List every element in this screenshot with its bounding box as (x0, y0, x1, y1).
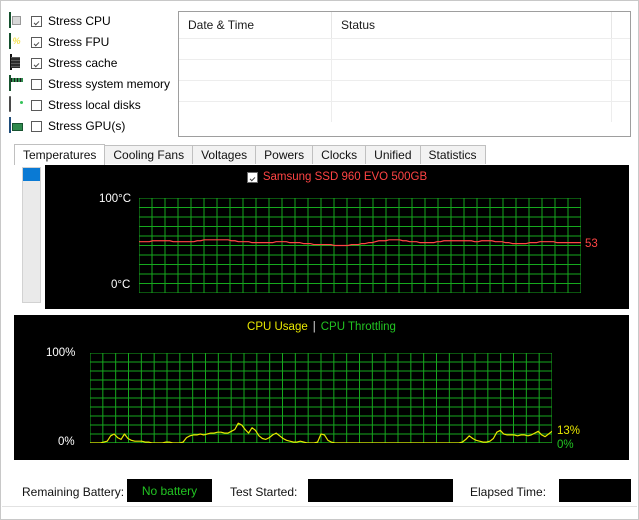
tab-temperatures[interactable]: Temperatures (14, 144, 106, 165)
tab-powers[interactable]: Powers (255, 145, 314, 165)
cpu-throttling-legend-label: CPU Throttling (320, 321, 396, 333)
remaining-battery-value: No battery (127, 479, 212, 502)
stress-gpu-checkbox[interactable] (31, 120, 42, 132)
stress-cache-checkbox[interactable] (31, 57, 42, 69)
remaining-battery-label: Remaining Battery: (22, 485, 125, 499)
cell-datetime (179, 81, 331, 101)
stress-memory-label: Stress system memory (48, 77, 171, 91)
cpu-throttling-current-value: 0% (557, 439, 574, 451)
stress-disks-checkbox[interactable] (31, 99, 42, 111)
cell-extra (611, 102, 630, 122)
column-header-extra[interactable] (611, 12, 630, 38)
stress-option-memory[interactable]: Stress system memory (9, 74, 174, 94)
cell-extra (611, 60, 630, 80)
stress-option-gpu[interactable]: Stress GPU(s) (9, 116, 174, 136)
stress-fpu-label: Stress FPU (48, 35, 110, 49)
tab-unified[interactable]: Unified (365, 145, 421, 165)
cpu-legend-separator: | (312, 321, 316, 333)
table-row[interactable] (179, 38, 630, 59)
cell-extra (611, 39, 630, 59)
cpu-ytick-bottom: 0% (58, 436, 75, 448)
cpu-chart-title: CPU Usage | CPU Throttling (14, 321, 629, 333)
cell-status (331, 39, 611, 59)
stress-memory-checkbox[interactable] (31, 78, 42, 90)
cpu-usage-legend-label: CPU Usage (247, 321, 308, 333)
sensor-selector-selected-item[interactable] (23, 168, 40, 181)
stress-option-fpu[interactable]: % Stress FPU (9, 32, 174, 52)
cell-datetime (179, 102, 331, 122)
temperature-chart: Samsung SSD 960 EVO 500GB 100°C 0°C 53 (45, 165, 629, 309)
event-log-table[interactable]: Date & Time Status (178, 11, 631, 137)
stress-disks-label: Stress local disks (48, 98, 141, 112)
test-started-label: Test Started: (230, 485, 298, 499)
cpu-chip-icon (9, 12, 25, 29)
temp-ytick-top: 100°C (99, 193, 132, 205)
stress-option-cache[interactable]: Stress cache (9, 53, 174, 73)
temp-ytick-bottom: 0°C (111, 279, 131, 291)
cell-status (331, 102, 611, 122)
gpu-card-icon (9, 117, 25, 134)
temperature-plot-svg (139, 198, 581, 293)
cpu-plot-svg (90, 353, 552, 443)
fpu-percent-icon: % (9, 33, 25, 50)
cache-chip-icon (9, 54, 25, 71)
temperature-series-checkbox[interactable] (246, 171, 258, 183)
cell-datetime (179, 39, 331, 59)
table-row[interactable] (179, 59, 630, 80)
table-row[interactable] (179, 101, 630, 122)
status-bar: Remaining Battery: No battery Test Start… (1, 471, 638, 519)
test-started-value (308, 479, 453, 502)
table-row[interactable] (179, 80, 630, 101)
cpu-plot-area (90, 353, 552, 443)
status-bar-divider (2, 506, 637, 507)
cell-status (331, 81, 611, 101)
stress-gpu-label: Stress GPU(s) (48, 119, 126, 133)
stress-option-cpu[interactable]: Stress CPU (9, 11, 174, 31)
chart-tab-bar: Temperatures Cooling Fans Voltages Power… (14, 144, 486, 165)
stress-options-list: Stress CPU % Stress FPU Stress cache Str… (9, 11, 174, 137)
cpu-usage-chart: CPU Usage | CPU Throttling 100% 0% 13% 0… (14, 315, 629, 460)
cpu-ytick-top: 100% (46, 347, 76, 359)
temp-current-value: 53 (585, 238, 598, 250)
stress-cpu-checkbox[interactable] (31, 15, 42, 27)
stress-cache-label: Stress cache (48, 56, 118, 70)
memory-module-icon (9, 75, 25, 92)
tab-cooling-fans[interactable]: Cooling Fans (104, 145, 194, 165)
cell-extra (611, 81, 630, 101)
tab-voltages[interactable]: Voltages (192, 145, 257, 165)
tab-clocks[interactable]: Clocks (312, 145, 367, 165)
sensor-selector-list[interactable] (22, 167, 41, 303)
stress-option-disks[interactable]: Stress local disks (9, 95, 174, 115)
cell-status (331, 60, 611, 80)
temperature-chart-title: Samsung SSD 960 EVO 500GB (45, 171, 629, 183)
temperature-chart-title-label: Samsung SSD 960 EVO 500GB (262, 171, 428, 183)
elapsed-time-label: Elapsed Time: (470, 485, 547, 499)
column-header-status[interactable]: Status (331, 12, 611, 38)
cpu-usage-current-value: 13% (557, 425, 581, 437)
stress-fpu-checkbox[interactable] (31, 36, 42, 48)
column-header-datetime[interactable]: Date & Time (179, 12, 331, 38)
stress-cpu-label: Stress CPU (48, 14, 111, 28)
stress-test-window: Stress CPU % Stress FPU Stress cache Str… (0, 0, 639, 520)
cell-datetime (179, 60, 331, 80)
table-header-row: Date & Time Status (179, 12, 630, 38)
tab-statistics[interactable]: Statistics (419, 145, 486, 165)
temperature-plot-area (139, 198, 581, 293)
hard-disk-icon (9, 96, 25, 113)
elapsed-time-value (559, 479, 631, 502)
